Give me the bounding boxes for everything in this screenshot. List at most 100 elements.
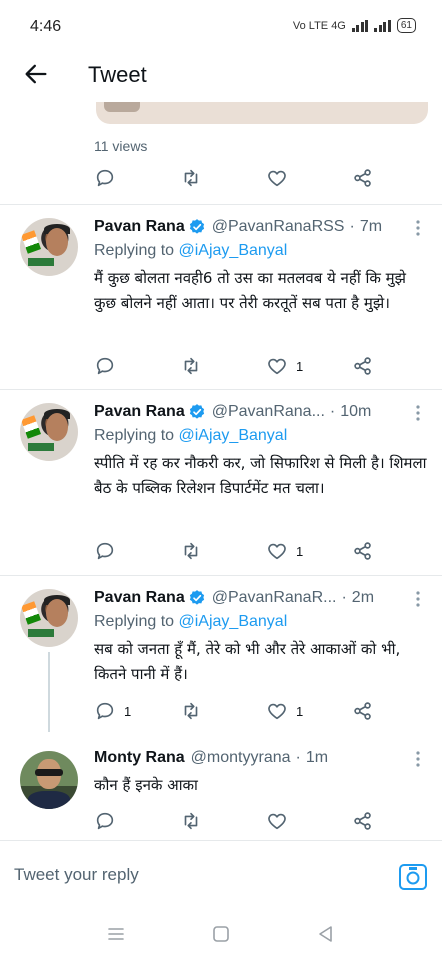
menu-icon[interactable]	[106, 924, 126, 944]
camera-icon[interactable]	[398, 863, 428, 891]
share-icon	[354, 812, 371, 830]
like-button[interactable]: 1	[266, 354, 303, 378]
like-button[interactable]	[266, 809, 296, 833]
tweet-time: 1m	[305, 749, 329, 766]
retweet-icon	[184, 812, 198, 830]
views-count: 11 views	[94, 138, 148, 154]
replying-to-link[interactable]: @iAjay_Banyal	[179, 242, 288, 259]
reply-button[interactable]	[94, 354, 124, 378]
divider	[0, 204, 442, 205]
tweet-actions: 1	[0, 539, 442, 567]
replying-label: Replying to	[94, 427, 175, 444]
tweet-header: Monty Rana @montyyrana · 1m	[94, 747, 328, 769]
reply-icon	[96, 542, 114, 560]
tweet-actions: 1	[0, 354, 442, 382]
author-name[interactable]: Pavan Rana	[94, 403, 185, 421]
tweet-text: सब को जनता हूँ मैं, तेरे को भी और तेरे आ…	[94, 640, 401, 683]
author-handle: @montyyrana	[190, 749, 291, 766]
more-options-icon[interactable]	[410, 218, 426, 238]
replying-to: Replying to @iAjay_Banyal	[94, 427, 287, 445]
like-button[interactable]: 1	[266, 539, 303, 563]
more-options-icon[interactable]	[410, 589, 426, 609]
author-name[interactable]: Pavan Rana	[94, 218, 185, 236]
system-nav-bar	[0, 910, 442, 960]
share-icon	[354, 357, 371, 375]
reply-icon	[96, 812, 114, 830]
tweet-text: मैं कुछ बोलता नवही6 तो उस का मतलवब ये नह…	[94, 269, 406, 312]
tweet-actions: 1 1	[0, 699, 442, 727]
replying-to-link[interactable]: @iAjay_Banyal	[179, 427, 288, 444]
back-triangle-icon[interactable]	[316, 924, 336, 944]
tweet-actions	[0, 809, 442, 837]
share-icon	[354, 542, 371, 560]
retweet-icon	[184, 702, 198, 720]
tweet-header: Pavan Rana @PavanRanaR... · 2m	[94, 587, 374, 609]
author-handle: @PavanRanaRSS	[211, 218, 345, 235]
share-button[interactable]	[352, 809, 374, 833]
retweet-icon	[184, 169, 198, 187]
retweet-button[interactable]	[180, 699, 202, 723]
share-button[interactable]	[352, 354, 374, 378]
more-options-icon[interactable]	[410, 403, 426, 423]
retweet-button[interactable]	[180, 539, 202, 563]
tweet-header: Pavan Rana @PavanRana... · 10m	[94, 401, 371, 423]
avatar[interactable]	[20, 589, 78, 647]
tweet-time: 10m	[340, 403, 372, 420]
more-options-icon[interactable]	[410, 749, 426, 769]
share-button[interactable]	[352, 166, 374, 190]
app-bar: Tweet	[0, 50, 442, 102]
like-count: 1	[296, 358, 304, 374]
like-icon	[268, 703, 286, 720]
reply-composer: Tweet your reply	[0, 840, 442, 910]
reply-icon	[96, 169, 114, 187]
network-label: Vo LTE 4G	[292, 19, 346, 32]
tweet-text: स्पीति में रह कर नौकरी कर, जो सिफारिश से…	[94, 454, 427, 497]
replying-to-link[interactable]: @iAjay_Banyal	[179, 613, 288, 630]
separator-dot: ·	[341, 589, 347, 606]
separator-dot: ·	[349, 218, 355, 235]
battery-icon: 61	[396, 18, 416, 33]
replying-to: Replying to @iAjay_Banyal	[94, 613, 287, 631]
retweet-icon	[184, 542, 198, 560]
retweet-button[interactable]	[180, 809, 202, 833]
share-icon	[354, 702, 371, 720]
avatar[interactable]	[20, 751, 78, 809]
back-arrow-icon[interactable]	[22, 60, 50, 88]
verified-badge-icon	[189, 219, 204, 234]
like-icon	[268, 543, 286, 560]
reply-button[interactable]: 1	[94, 699, 131, 723]
signal-icon	[351, 19, 369, 32]
signal-icon-2	[374, 19, 391, 32]
like-count: 1	[296, 703, 304, 719]
reply-button[interactable]	[94, 809, 124, 833]
share-button[interactable]	[352, 699, 374, 723]
tweet-media[interactable]	[96, 102, 428, 124]
reply-button[interactable]	[94, 539, 124, 563]
tweet-time: 7m	[359, 218, 383, 235]
share-button[interactable]	[352, 539, 374, 563]
author-name[interactable]: Monty Rana	[94, 749, 185, 767]
retweet-icon	[184, 357, 198, 375]
status-bar: 4:46 Vo LTE 4G 61	[0, 0, 442, 50]
replying-label: Replying to	[94, 242, 175, 259]
avatar[interactable]	[20, 218, 78, 276]
tweet-header: Pavan Rana @PavanRanaRSS · 7m	[94, 216, 382, 238]
like-button[interactable]: 1	[266, 699, 303, 723]
tweet-time: 2m	[351, 589, 375, 606]
home-square-icon[interactable]	[211, 924, 231, 944]
page-title: Tweet	[88, 62, 147, 87]
retweet-button[interactable]	[180, 354, 202, 378]
author-handle: @PavanRanaR...	[211, 589, 337, 606]
separator-dot: ·	[329, 403, 336, 420]
avatar[interactable]	[20, 403, 78, 461]
like-count: 1	[296, 543, 304, 559]
author-name[interactable]: Pavan Rana	[94, 589, 185, 607]
retweet-button[interactable]	[180, 166, 202, 190]
reply-button[interactable]	[94, 166, 116, 190]
like-icon	[268, 358, 286, 375]
like-button[interactable]	[266, 166, 288, 190]
status-time: 4:46	[30, 18, 62, 35]
share-icon	[354, 169, 371, 187]
replying-label: Replying to	[94, 613, 175, 630]
reply-input[interactable]: Tweet your reply	[14, 865, 374, 889]
